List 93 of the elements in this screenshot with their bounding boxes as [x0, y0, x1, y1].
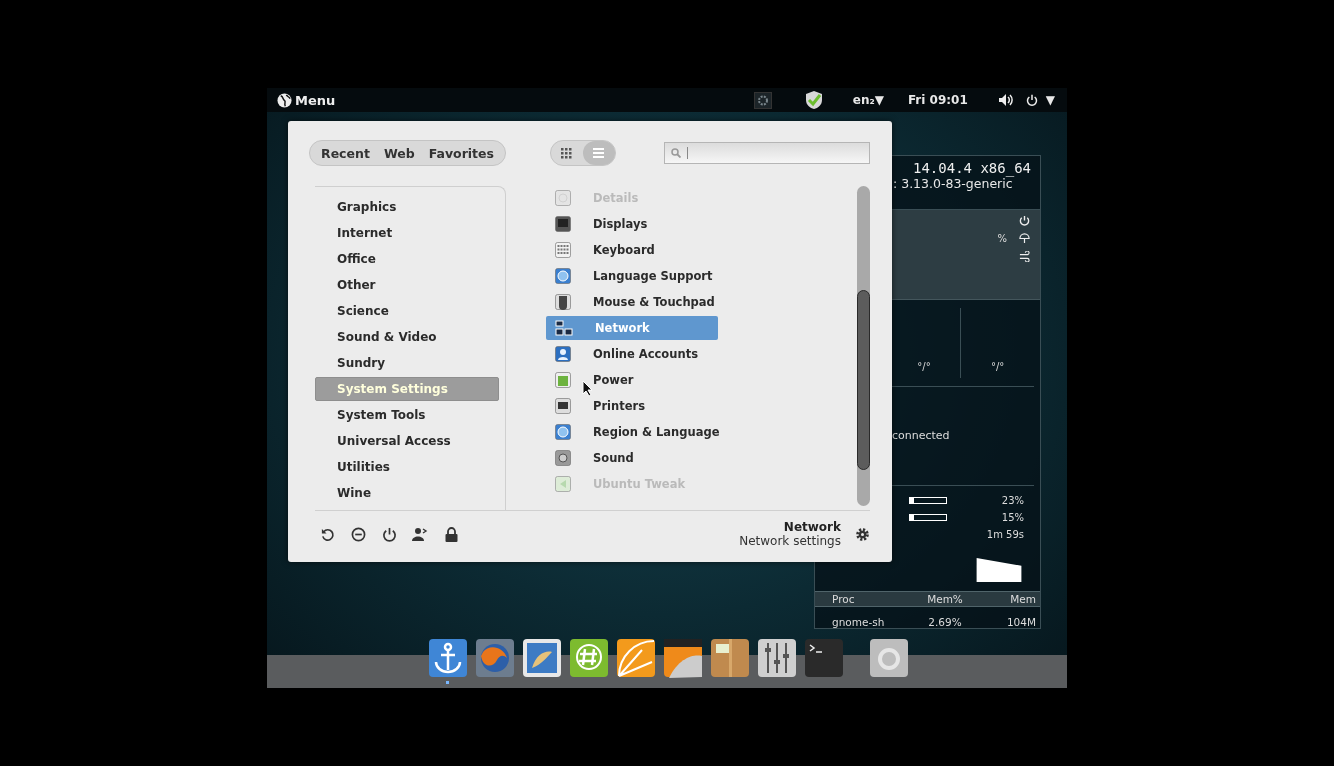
app-item[interactable]: Keyboard	[546, 238, 718, 262]
usage-reading: 23%	[1001, 494, 1024, 506]
power-button[interactable]	[380, 525, 398, 543]
logout-button[interactable]	[349, 525, 367, 543]
category-item[interactable]: Wine	[315, 481, 499, 505]
grid-icon	[561, 147, 573, 159]
wind-icon	[1019, 250, 1030, 262]
archive-icon	[709, 638, 750, 678]
power-icon	[381, 526, 397, 542]
speaker-icon	[555, 450, 571, 466]
clock[interactable]: Fri 09:01	[907, 93, 968, 107]
battery-icon	[555, 372, 571, 388]
mouse-icon	[555, 294, 571, 310]
list-icon	[593, 148, 605, 158]
settings-icon[interactable]	[855, 526, 870, 542]
gear-icon[interactable]	[753, 91, 772, 109]
globe-icon	[555, 268, 571, 284]
category-item[interactable]: System Tools	[315, 403, 499, 427]
lock-icon	[444, 526, 458, 542]
network-icon	[555, 320, 573, 336]
category-item[interactable]: Sundry	[315, 351, 499, 375]
usage-bar	[909, 513, 947, 521]
usage-graph	[976, 557, 1022, 582]
temperature-reading: °/°	[917, 361, 931, 373]
column-header: Mem	[1009, 593, 1036, 605]
shield-check-icon[interactable]	[803, 90, 824, 110]
power-icon	[1025, 94, 1038, 106]
switch-user-icon	[412, 526, 428, 542]
browser-icon	[474, 638, 515, 678]
tweak-icon	[555, 476, 571, 492]
menu-tab[interactable]: Recent	[314, 141, 377, 165]
app-item[interactable]: Printers	[546, 394, 718, 418]
network-status: connected	[892, 429, 950, 443]
mail-icon	[521, 638, 562, 678]
trash-icon	[868, 638, 909, 678]
video-icon	[662, 638, 703, 678]
app-item[interactable]: Online Accounts	[546, 342, 718, 366]
citrus-icon	[615, 638, 656, 678]
chat-icon	[568, 638, 609, 678]
os-version: 14.04.4 x86_64	[912, 160, 1031, 176]
category-item[interactable]: Internet	[315, 221, 499, 245]
search-field[interactable]	[664, 142, 870, 164]
volume-icon[interactable]	[997, 93, 1015, 107]
table-cell-text: gnome-sh	[832, 616, 886, 628]
menu-tab[interactable]: Favorites	[421, 141, 501, 165]
app-item[interactable]: Language Support	[546, 264, 718, 288]
app-item[interactable]: Sound	[546, 446, 718, 470]
switch-user-button[interactable]	[411, 525, 429, 543]
scrollbar[interactable]	[857, 186, 870, 506]
app-item[interactable]: Region & Language	[546, 420, 718, 444]
globe-icon	[555, 424, 571, 440]
restart-icon	[319, 526, 335, 542]
selected-app-title: Network	[783, 520, 841, 534]
column-header: Mem%	[926, 593, 964, 605]
printer-icon	[555, 398, 571, 414]
temperature-reading: °/°	[991, 361, 1005, 373]
category-item[interactable]: Sound & Video	[315, 325, 499, 349]
app-item[interactable]: Power	[546, 368, 718, 392]
selected-app-description: Network settings	[739, 534, 841, 548]
category-item[interactable]: Science	[315, 299, 499, 323]
menu-button[interactable]: Menu	[277, 92, 336, 108]
logout-icon	[350, 526, 366, 542]
umbrella-icon	[1019, 232, 1030, 244]
usage-reading: 15%	[1001, 511, 1024, 523]
category-item[interactable]: Utilities	[315, 455, 499, 479]
mixer-icon	[756, 638, 797, 678]
keyboard-layout-button[interactable]: en₂▼	[852, 93, 884, 107]
usage-bar	[909, 496, 947, 504]
details-icon	[555, 190, 571, 206]
account-icon	[555, 346, 571, 362]
table-cell-text: 2.69%	[927, 616, 963, 628]
keyboard-icon	[555, 242, 571, 258]
menu-tab[interactable]: Web	[376, 141, 422, 165]
app-item[interactable]: Displays	[546, 212, 718, 236]
anchor-icon	[427, 638, 468, 678]
display-icon	[555, 216, 571, 232]
power-icon	[1019, 214, 1030, 226]
humidity-reading: %	[997, 232, 1007, 244]
column-header: Proc	[832, 593, 856, 605]
category-item[interactable]: Universal Access	[315, 429, 499, 453]
app-item[interactable]: Mouse & Touchpad	[546, 290, 718, 314]
system-menu-button[interactable]: ▼	[1025, 93, 1055, 107]
terminal-icon	[803, 638, 844, 678]
category-item[interactable]: Graphics	[315, 195, 499, 219]
mouse-pointer-icon	[582, 380, 593, 397]
uptime: 1m 59s	[986, 528, 1024, 540]
globe-icon	[277, 92, 292, 108]
category-item[interactable]: Other	[315, 273, 499, 297]
category-item[interactable]: Office	[315, 247, 499, 271]
dock-item[interactable]	[427, 638, 468, 685]
search-icon	[671, 148, 681, 158]
kernel-version: : 3.13.0-83-generic	[893, 176, 1013, 191]
table-cell-text: 104M	[1005, 616, 1036, 628]
